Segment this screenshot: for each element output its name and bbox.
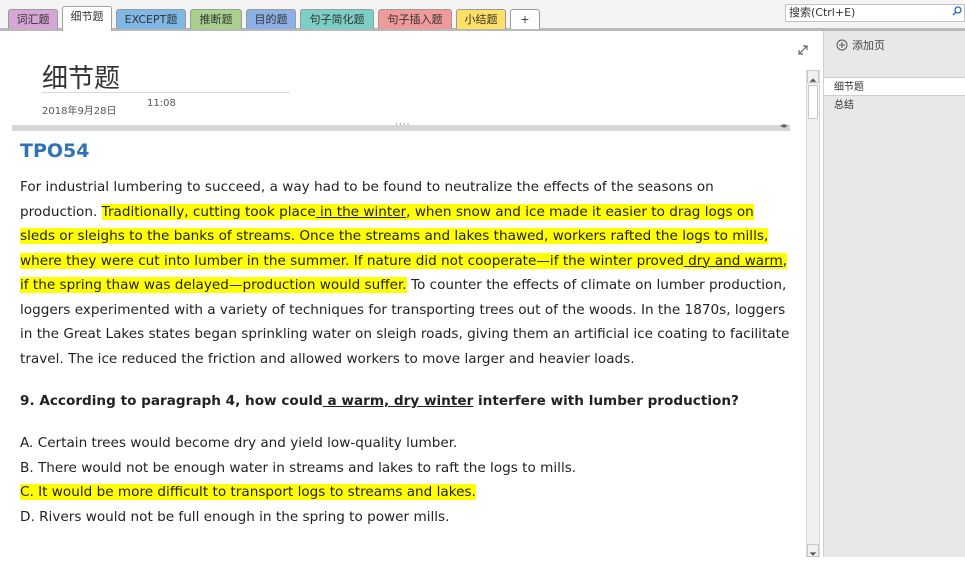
answer-option-b[interactable]: B. There would not be enough water in st… bbox=[20, 456, 790, 481]
answer-option-a[interactable]: A. Certain trees would become dry and yi… bbox=[20, 431, 790, 456]
tab-inference[interactable]: 推断题 bbox=[190, 9, 242, 29]
scroll-up-button[interactable] bbox=[807, 70, 819, 83]
tab-summary[interactable]: 小结题 bbox=[456, 9, 506, 29]
page-time: 11:08 bbox=[147, 98, 176, 109]
chevron-down-icon bbox=[809, 552, 817, 556]
plus-circle-icon bbox=[836, 39, 848, 51]
drag-handle-icon[interactable]: ···· bbox=[395, 120, 410, 130]
container-handle-bar[interactable]: ···· ◂▸ bbox=[12, 120, 790, 131]
search-icon[interactable] bbox=[952, 6, 962, 16]
tab-detail[interactable]: 细节题 bbox=[62, 6, 112, 31]
note-content[interactable]: TPO54 For industrial lumbering to succee… bbox=[20, 135, 790, 529]
tab-purpose[interactable]: 目的题 bbox=[246, 9, 296, 29]
search-placeholder: 搜索(Ctrl+E) bbox=[789, 6, 856, 19]
content-heading[interactable]: TPO54 bbox=[20, 135, 790, 175]
page-list-panel: 添加页 细节题 总结 bbox=[823, 31, 965, 557]
answer-option-c[interactable]: C. It would be more difficult to transpo… bbox=[20, 480, 790, 505]
page-list-item-summary[interactable]: 总结 bbox=[824, 96, 965, 115]
tab-sentence-simplification[interactable]: 句子简化题 bbox=[300, 9, 374, 29]
scroll-down-button[interactable] bbox=[807, 544, 819, 557]
add-page-button[interactable]: 添加页 bbox=[836, 37, 885, 53]
question-underlined: a warm, dry winter bbox=[322, 393, 474, 409]
title-underline bbox=[42, 92, 290, 93]
tab-sentence-insertion[interactable]: 句子插入题 bbox=[378, 9, 452, 29]
vertical-scrollbar[interactable] bbox=[806, 70, 820, 557]
note-page: 细节题 2018年9月28日 11:08 ···· ◂▸ TPO54 For i… bbox=[0, 31, 810, 557]
tab-vocabulary[interactable]: 词汇题 bbox=[8, 9, 58, 29]
question-text[interactable]: 9. According to paragraph 4, how could a… bbox=[20, 389, 790, 413]
section-tab-bar: 词汇题 细节题 EXCEPT题 推断题 目的题 句子简化题 句子插入题 小结题 … bbox=[0, 0, 965, 31]
page-date: 2018年9月28日 bbox=[42, 106, 117, 117]
underlined-highlighted-text: in the winter bbox=[315, 203, 407, 220]
add-section-button[interactable]: + bbox=[510, 9, 540, 29]
highlighted-text: Traditionally, cutting took place bbox=[101, 203, 316, 220]
tab-except[interactable]: EXCEPT题 bbox=[116, 9, 186, 29]
expand-icon[interactable] bbox=[797, 44, 809, 56]
add-page-label: 添加页 bbox=[852, 39, 885, 52]
page-title[interactable]: 细节题 bbox=[42, 58, 120, 95]
page-list-item-detail[interactable]: 细节题 bbox=[824, 77, 965, 96]
search-input[interactable]: 搜索(Ctrl+E) bbox=[785, 4, 965, 22]
scrollbar-thumb[interactable] bbox=[808, 85, 818, 119]
underlined-highlighted-text: dry and warm bbox=[683, 252, 783, 269]
resize-arrows-icon[interactable]: ◂▸ bbox=[780, 121, 788, 130]
answer-option-d[interactable]: D. Rivers would not be full enough in th… bbox=[20, 505, 790, 530]
passage-paragraph[interactable]: For industrial lumbering to succeed, a w… bbox=[20, 175, 790, 371]
